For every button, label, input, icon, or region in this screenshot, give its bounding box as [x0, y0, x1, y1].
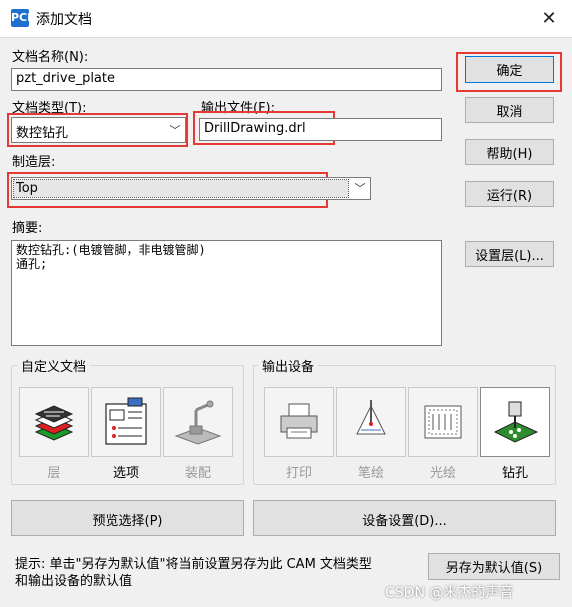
photo-plotter-icon	[424, 405, 462, 439]
layer-value: Top	[13, 179, 349, 198]
set-layers-button[interactable]: 设置层(L)...	[465, 241, 554, 267]
preview-select-button-label: 预览选择(P)	[92, 514, 163, 529]
doc-type-value: 数控钻孔	[16, 126, 69, 141]
preview-select-button[interactable]: 预览选择(P)	[11, 500, 244, 536]
layer-label: 制造层:	[12, 155, 56, 170]
options-icon	[105, 397, 147, 445]
pen-plotter-icon	[356, 400, 386, 435]
layers-tile-label: 层	[47, 466, 61, 481]
assembly-icon	[174, 400, 222, 445]
pen-plotter-tile[interactable]	[336, 387, 406, 457]
output-device-title: 输出设备	[258, 356, 319, 375]
printer-tile[interactable]	[264, 387, 334, 457]
photo-plotter-tile[interactable]	[408, 387, 478, 457]
custom-doc-title: 自定义文档	[17, 356, 91, 375]
printer-tile-label: 打印	[285, 466, 312, 481]
close-icon[interactable]: ✕	[534, 5, 564, 33]
help-button[interactable]: 帮助(H)	[465, 139, 554, 165]
cancel-button[interactable]: 取消	[465, 97, 554, 123]
doc-name-input[interactable]: pzt_drive_plate	[11, 68, 442, 91]
app-icon: PCB	[11, 9, 36, 27]
doc-name-label: 文档名称(N):	[12, 50, 89, 65]
window-title: 添加文档	[36, 12, 92, 28]
run-button[interactable]: 运行(R)	[465, 181, 554, 207]
photo-plotter-tile-label: 光绘	[429, 466, 456, 481]
set-layers-button-label: 设置层(L)...	[475, 249, 544, 264]
save-default-button-label: 另存为默认值(S)	[445, 561, 543, 576]
summary-label: 摘要:	[12, 221, 43, 236]
watermark: CSDN @米杰的声音	[385, 585, 514, 601]
chevron-down-icon[interactable]: ﹀	[165, 118, 185, 142]
options-tile-label: 选项	[112, 466, 139, 481]
assembly-tile[interactable]	[163, 387, 233, 457]
layer-select[interactable]: Top ﹀	[11, 177, 371, 200]
layers-icon	[34, 405, 74, 441]
pen-plotter-tile-label: 笔绘	[357, 466, 384, 481]
layers-tile[interactable]	[19, 387, 89, 457]
printer-icon	[280, 403, 318, 439]
doc-type-select[interactable]: 数控钻孔 ﹀	[11, 117, 186, 143]
device-settings-button[interactable]: 设备设置(D)...	[253, 500, 556, 536]
cancel-button-label: 取消	[496, 105, 523, 120]
help-button-label: 帮助(H)	[486, 147, 533, 162]
drill-tile[interactable]	[480, 387, 550, 457]
output-file-input[interactable]: DrillDrawing.drl	[199, 118, 442, 141]
save-default-button[interactable]: 另存为默认值(S)	[428, 553, 560, 580]
run-button-label: 运行(R)	[486, 189, 533, 204]
ok-button[interactable]: 确定	[465, 56, 554, 83]
drill-icon	[493, 401, 539, 443]
device-settings-button-label: 设备设置(D)...	[362, 514, 447, 529]
drill-tile-label: 钻孔	[501, 466, 528, 481]
hint-text: 提示: 单击"另存为默认值"将当前设置另存为此 CAM 文档类型 和输出设备的默…	[15, 557, 372, 589]
title-bar: PCB 添加文档 ✕	[0, 0, 572, 38]
assembly-tile-label: 装配	[184, 466, 211, 481]
chevron-down-icon[interactable]: ﹀	[350, 178, 370, 199]
options-tile[interactable]	[91, 387, 161, 457]
ok-button-label: 确定	[496, 64, 523, 79]
summary-textarea[interactable]: 数控钻孔:(电镀管脚，非电镀管脚) 通孔;	[11, 240, 442, 346]
